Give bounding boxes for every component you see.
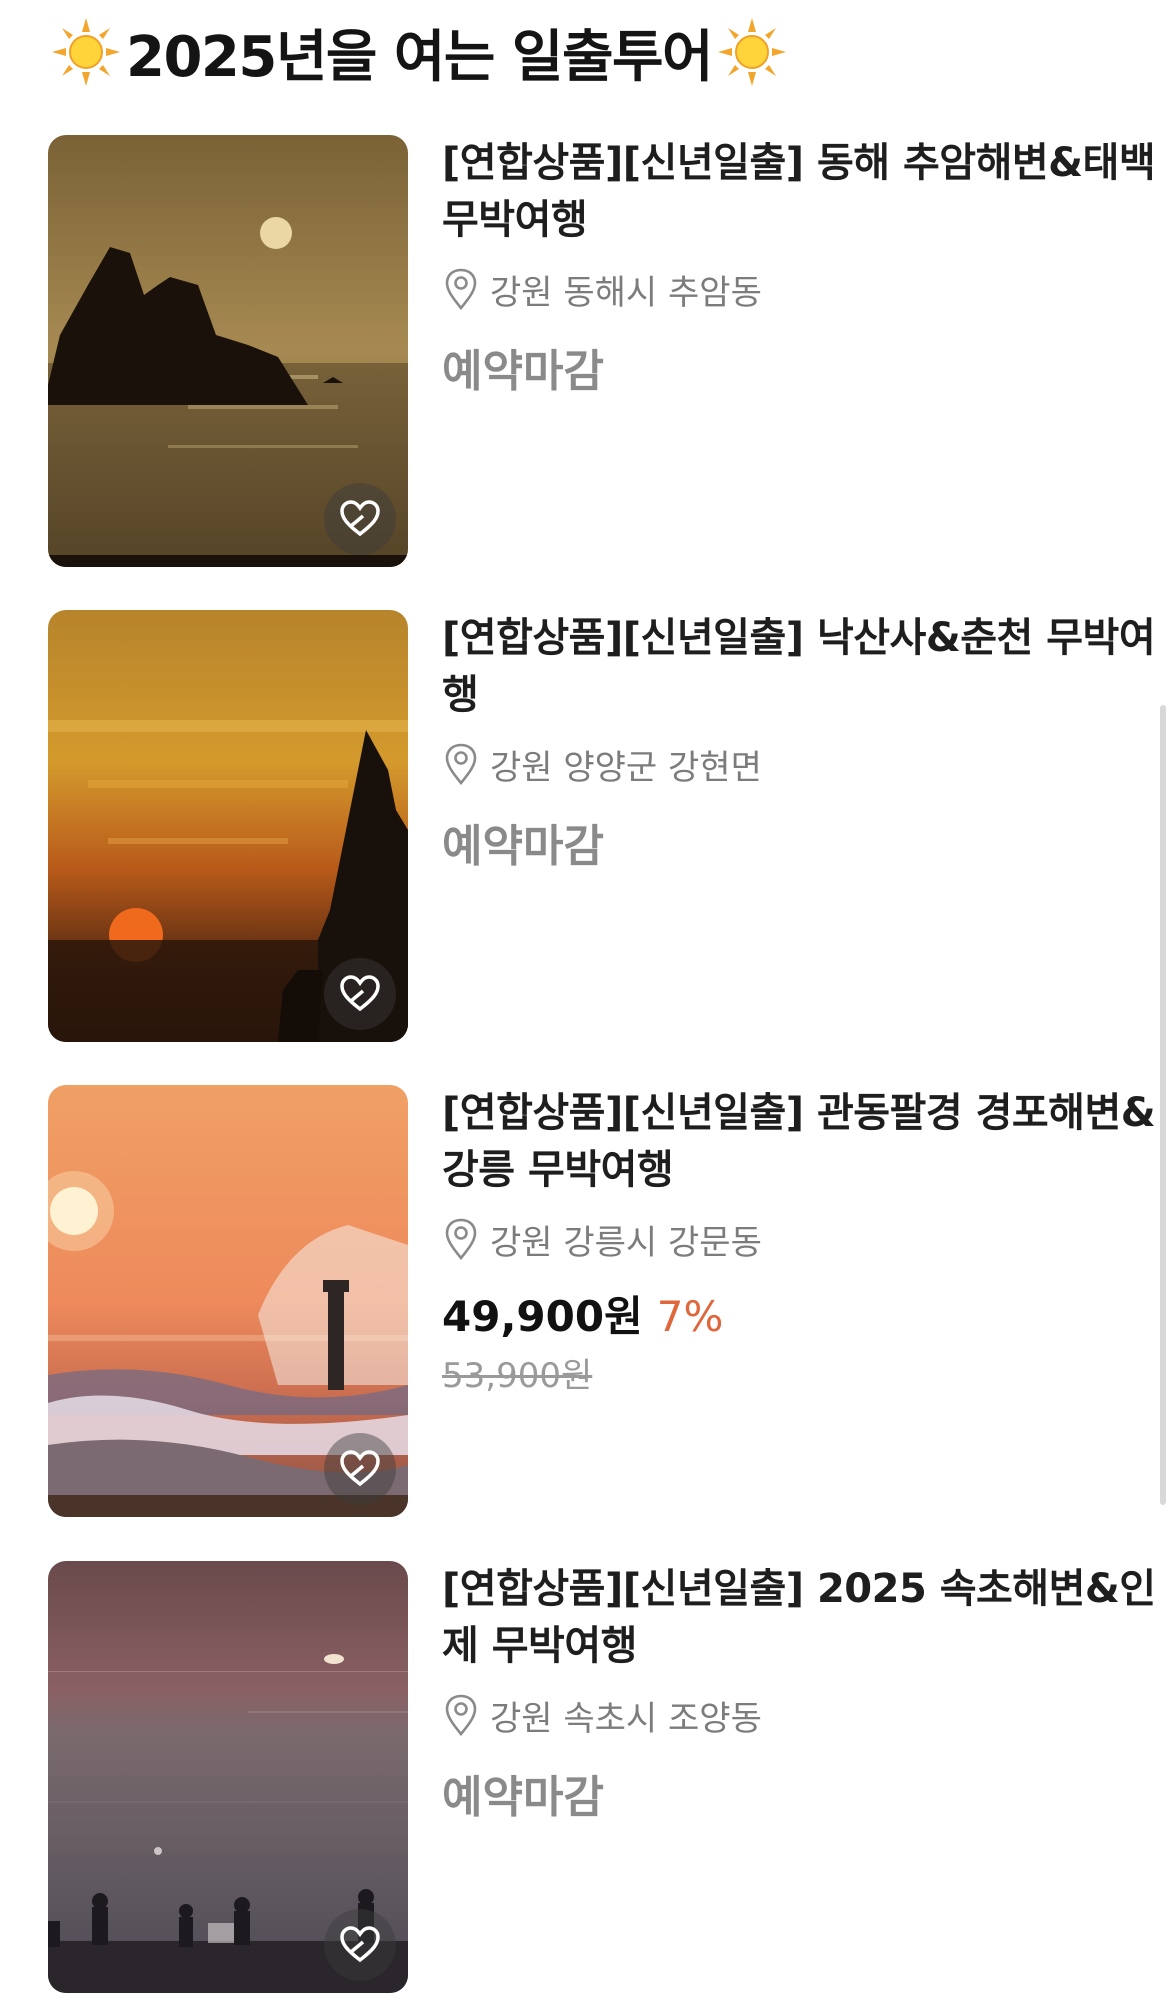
status-closed: 예약마감	[442, 1772, 604, 1823]
product-location: 강원 강릉시 강문동	[442, 1215, 1170, 1263]
product-info: [연합상품][신년일출] 동해 추암해변&태백 무박여행 강원 동해시 추암동 …	[442, 135, 1170, 399]
product-info: [연합상품][신년일출] 2025 속초해변&인제 무박여행 강원 속초시 조양…	[442, 1561, 1170, 1825]
product-thumbnail[interactable]	[48, 1085, 408, 1517]
product-name[interactable]: [연합상품][신년일출] 동해 추암해변&태백 무박여행	[442, 135, 1170, 249]
product-thumbnail[interactable]	[48, 610, 408, 1042]
location-pin-icon	[445, 1218, 477, 1261]
status-closed: 예약마감	[442, 346, 604, 397]
product-card[interactable]: [연합상품][신년일출] 낙산사&춘천 무박여행 강원 양양군 강현면 예약마감	[48, 610, 1156, 1042]
section-title: 2025년을 여는 일출투어	[126, 24, 714, 90]
product-info: [연합상품][신년일출] 관동팔경 경포해변&강릉 무박여행 강원 강릉시 강문…	[442, 1085, 1170, 1397]
product-location: 강원 속초시 조양동	[442, 1691, 1170, 1739]
wishlist-button[interactable]	[324, 483, 396, 555]
location-pin-icon	[445, 268, 477, 311]
product-location: 강원 동해시 추암동	[442, 265, 1170, 313]
location-pin-icon	[445, 1694, 477, 1737]
original-price: 53,900원	[442, 1356, 593, 1396]
sun-icon	[52, 18, 120, 86]
wishlist-button[interactable]	[324, 1909, 396, 1981]
scrollbar[interactable]	[1160, 705, 1166, 1505]
product-card[interactable]: [연합상품][신년일출] 동해 추암해변&태백 무박여행 강원 동해시 추암동 …	[48, 135, 1156, 567]
product-thumbnail[interactable]	[48, 1561, 408, 1993]
heart-add-icon	[340, 975, 380, 1012]
location-pin-icon	[445, 743, 477, 786]
price-row: 49,900원 7%	[442, 1283, 1170, 1344]
heart-add-icon	[340, 1926, 380, 1963]
product-thumbnail[interactable]	[48, 135, 408, 567]
product-name[interactable]: [연합상품][신년일출] 낙산사&춘천 무박여행	[442, 610, 1170, 724]
product-info: [연합상품][신년일출] 낙산사&춘천 무박여행 강원 양양군 강현면 예약마감	[442, 610, 1170, 874]
product-name[interactable]: [연합상품][신년일출] 관동팔경 경포해변&강릉 무박여행	[442, 1085, 1170, 1199]
heart-add-icon	[340, 1450, 380, 1487]
discount-rate: 7%	[656, 1292, 724, 1341]
product-name[interactable]: [연합상품][신년일출] 2025 속초해변&인제 무박여행	[442, 1561, 1170, 1675]
status-closed: 예약마감	[442, 821, 604, 872]
heart-add-icon	[340, 500, 380, 537]
page: 2025년을 여는 일출투어 [연합상품][신년일출] 동해 추암해변&태백 무…	[0, 0, 1170, 2009]
location-text: 강원 양양군 강현면	[490, 747, 762, 788]
product-card[interactable]: [연합상품][신년일출] 관동팔경 경포해변&강릉 무박여행 강원 강릉시 강문…	[48, 1085, 1156, 1517]
product-card[interactable]: [연합상품][신년일출] 2025 속초해변&인제 무박여행 강원 속초시 조양…	[48, 1561, 1156, 1993]
location-text: 강원 속초시 조양동	[490, 1698, 762, 1739]
sun-icon	[718, 18, 787, 86]
location-text: 강원 동해시 추암동	[490, 272, 762, 313]
wishlist-button[interactable]	[324, 1433, 396, 1505]
product-location: 강원 양양군 강현면	[442, 740, 1170, 788]
sale-price: 49,900원	[442, 1292, 643, 1341]
wishlist-button[interactable]	[324, 958, 396, 1030]
location-text: 강원 강릉시 강문동	[490, 1222, 762, 1263]
section-heading: 2025년을 여는 일출투어	[50, 8, 788, 96]
